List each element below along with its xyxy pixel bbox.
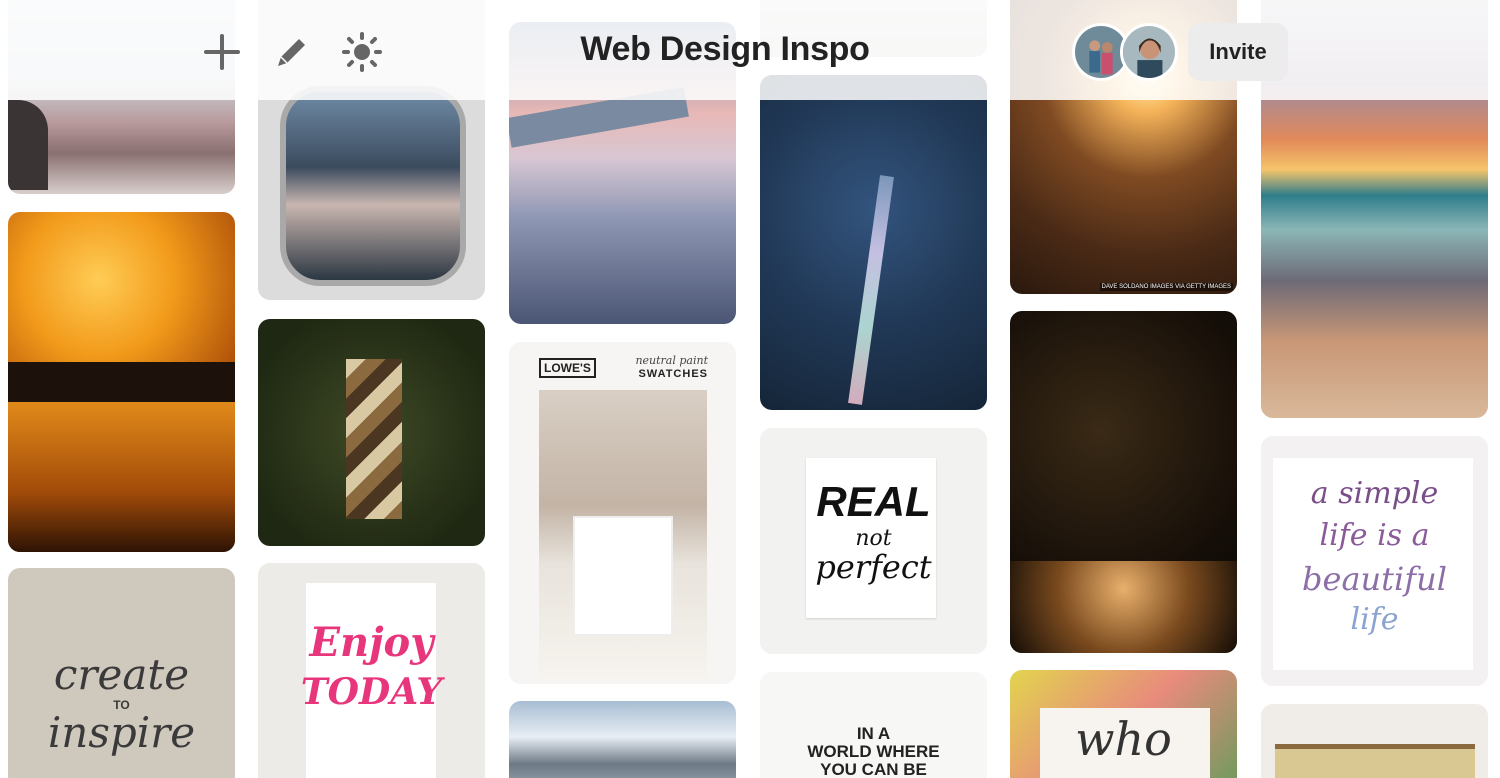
- pin-lowes-swatches[interactable]: LOWE'S neutral paint SWATCHES: [509, 342, 736, 684]
- pin-real-line3: perfect: [815, 548, 932, 586]
- pin-world-map[interactable]: [1261, 704, 1488, 778]
- pin-board: create TO inspire Enjoy TODAY LOWE'S neu…: [0, 0, 1500, 778]
- pin-herringbone-wood[interactable]: [258, 319, 485, 546]
- pin-create-to-inspire[interactable]: create TO inspire: [8, 568, 235, 778]
- pin-mountains[interactable]: [509, 701, 736, 778]
- pin-real-line1: REAL: [816, 478, 931, 525]
- pin-simple-line2: life is a: [1319, 518, 1430, 553]
- add-icon[interactable]: [200, 30, 244, 74]
- pin-in-a-world[interactable]: IN A WORLD WHERE YOU CAN BE: [760, 672, 987, 778]
- pin-real-not-perfect[interactable]: REAL not perfect: [760, 428, 987, 654]
- pin-jet-contrail[interactable]: [760, 75, 987, 410]
- pin-simple-line3: beautiful: [1302, 560, 1447, 598]
- pin-create-line1: create: [53, 650, 190, 699]
- pin-world-line1: IN A: [856, 724, 891, 743]
- collaborator-avatar-2[interactable]: [1120, 23, 1178, 81]
- pin-enjoy-today[interactable]: Enjoy TODAY: [258, 563, 485, 778]
- brightness-icon[interactable]: [340, 30, 384, 74]
- board-header: Web Design Inspo Invite: [0, 0, 1500, 100]
- pin-simple-line4: life: [1350, 602, 1399, 637]
- pin-lowes-brand: LOWE'S: [539, 358, 596, 378]
- pin-enjoy-line2: TODAY: [300, 671, 443, 713]
- pin-lanterns-festival[interactable]: [8, 212, 235, 552]
- pin-lowes-subtitle: neutral paint: [635, 354, 708, 367]
- pencil-icon[interactable]: [270, 30, 314, 74]
- pin-enjoy-line1: Enjoy: [309, 619, 434, 666]
- pin-world-line2: WORLD WHERE: [807, 742, 940, 761]
- pin-a-simple-life[interactable]: a simple life is a beautiful life: [1261, 436, 1488, 686]
- pin-simple-line1: a simple: [1310, 476, 1439, 511]
- pin-lowes-title: SWATCHES: [638, 368, 708, 380]
- invite-button[interactable]: Invite: [1188, 23, 1288, 81]
- pin-who-text: who: [1075, 712, 1172, 766]
- pin-who-floral[interactable]: who: [1010, 670, 1237, 778]
- pin-world-line3: YOU CAN BE: [820, 760, 927, 778]
- board-title: Web Design Inspo: [580, 30, 870, 68]
- pin-night-lanterns[interactable]: [1010, 311, 1237, 653]
- pin-photo-credit: DAVE SOLDANO IMAGES VIA GETTY IMAGES: [1099, 283, 1233, 291]
- pin-create-line3: inspire: [47, 708, 196, 757]
